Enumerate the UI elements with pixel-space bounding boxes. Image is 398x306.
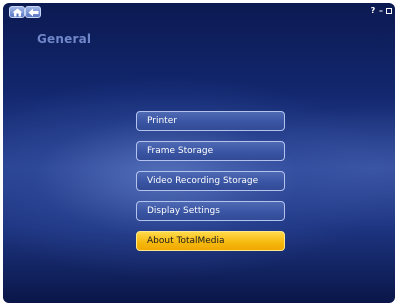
top-bar: ? – — [3, 3, 395, 21]
menu-item-display-settings[interactable]: Display Settings — [136, 201, 285, 221]
settings-menu: Printer Frame Storage Video Recording St… — [136, 111, 285, 261]
menu-item-printer[interactable]: Printer — [136, 111, 285, 131]
close-icon[interactable] — [385, 7, 393, 15]
home-button[interactable] — [9, 6, 25, 18]
minimize-icon[interactable]: – — [377, 7, 385, 15]
menu-item-video-recording-storage[interactable]: Video Recording Storage — [136, 171, 285, 191]
main-panel: ? – General Printer Frame Storage Video … — [3, 3, 395, 303]
help-icon[interactable]: ? — [369, 7, 377, 15]
back-button[interactable] — [25, 6, 41, 18]
media-center-window: ? – General Printer Frame Storage Video … — [0, 0, 398, 306]
menu-item-about-totalmedia[interactable]: About TotalMedia — [136, 231, 285, 251]
menu-item-frame-storage[interactable]: Frame Storage — [136, 141, 285, 161]
back-arrow-icon — [28, 8, 39, 17]
page-title: General — [37, 32, 92, 46]
home-icon — [12, 8, 23, 17]
